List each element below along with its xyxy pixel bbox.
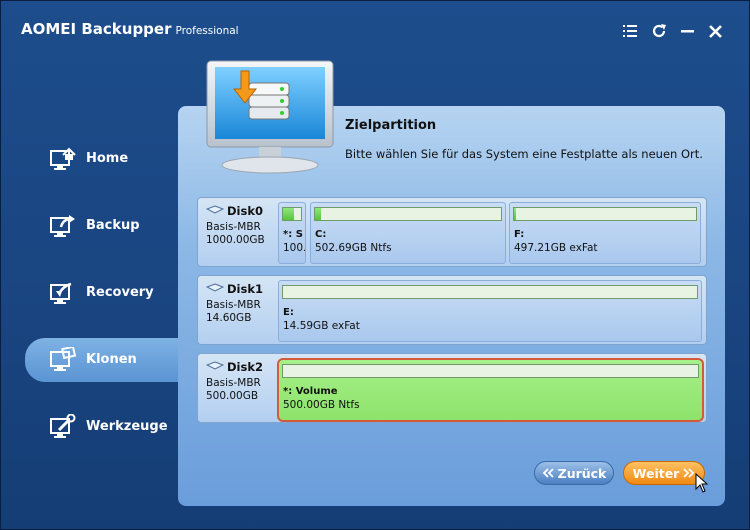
- disk-row-2: Disk2 Basis-MBR 500.00GB *: Volume 500.0…: [197, 353, 707, 423]
- nav-item-clone[interactable]: Klonen: [25, 338, 180, 382]
- back-button-label: Zurück: [557, 465, 607, 481]
- partition-0-1[interactable]: C: 502.69GB Ntfs: [310, 202, 506, 264]
- partition-usage-bar: [513, 207, 697, 221]
- disk-clone-illustration: [206, 60, 334, 174]
- disk-type: Basis-MBR: [206, 377, 261, 389]
- partition-usage-bar: [282, 207, 302, 221]
- app-name: AOMEI Backupper: [21, 20, 172, 38]
- disk-info: Disk0 Basis-MBR 1000.00GB: [205, 204, 280, 247]
- panel-title: Zielpartition: [345, 118, 437, 133]
- disk-name: Disk2: [227, 360, 263, 374]
- nav-label-home: Home: [86, 151, 129, 166]
- nav-label-backup: Backup: [86, 218, 140, 233]
- app-title: AOMEI Backupper Professional: [21, 20, 239, 38]
- partition-detail: 100.: [283, 242, 306, 254]
- partition-label: *: S: [283, 229, 303, 240]
- refresh-icon[interactable]: [649, 21, 669, 41]
- nav-label-clone: Klonen: [86, 352, 137, 367]
- app-window: AOMEI BackupperProfessional Home Backup: [0, 0, 750, 530]
- nav-label-tools: Werkzeuge: [86, 419, 168, 434]
- clone-icon: [49, 345, 77, 373]
- partition-usage-bar: [282, 364, 699, 378]
- partition-label: C:: [315, 229, 327, 240]
- partition-2-0-selected[interactable]: *: Volume 500.00GB Ntfs: [277, 358, 704, 422]
- nav-item-home[interactable]: Home: [25, 137, 180, 181]
- disk-info: Disk1 Basis-MBR 14.60GB: [205, 282, 280, 325]
- nav-item-tools[interactable]: Werkzeuge: [25, 405, 180, 449]
- disk-icon: [205, 360, 225, 374]
- panel-description: Bitte wählen Sie für das System eine Fes…: [345, 147, 703, 161]
- nav-label-recovery: Recovery: [86, 285, 154, 300]
- disk-info: Disk2 Basis-MBR 500.00GB: [205, 360, 280, 403]
- disk-row-0: Disk0 Basis-MBR 1000.00GB *: S 100. C: 5…: [197, 197, 707, 267]
- recovery-icon: [49, 280, 77, 306]
- back-button[interactable]: Zurück: [534, 461, 614, 485]
- disk-type: Basis-MBR: [206, 299, 261, 311]
- backup-icon: [49, 213, 77, 239]
- double-chevron-right-icon: [683, 466, 695, 481]
- partition-detail: 497.21GB exFat: [514, 242, 598, 254]
- tools-icon: [49, 413, 77, 440]
- disk-row-1: Disk1 Basis-MBR 14.60GB E: 14.59GB exFat: [197, 275, 707, 345]
- disk-size: 500.00GB: [206, 390, 259, 402]
- partition-usage-bar: [314, 207, 502, 221]
- partition-0-2[interactable]: F: 497.21GB exFat: [509, 202, 701, 264]
- title-bar: AOMEI Backupper Professional: [1, 1, 749, 61]
- next-button-label: Weiter: [632, 465, 680, 481]
- partition-label: F:: [514, 229, 525, 240]
- minimize-icon[interactable]: [677, 21, 697, 41]
- close-icon[interactable]: [705, 21, 725, 41]
- partition-detail: 14.59GB exFat: [283, 320, 360, 332]
- partition-usage-bar: [282, 285, 698, 299]
- app-edition: Professional: [175, 25, 239, 37]
- partition-label: *: Volume: [283, 386, 338, 397]
- disk-type: Basis-MBR: [206, 221, 261, 233]
- partition-detail: 500.00GB Ntfs: [283, 399, 360, 411]
- next-button[interactable]: Weiter: [623, 461, 705, 485]
- disk-name: Disk0: [227, 204, 263, 218]
- disk-size: 1000.00GB: [206, 234, 265, 246]
- disk-size: 14.60GB: [206, 312, 252, 324]
- partition-label: E:: [283, 307, 294, 318]
- mouse-cursor-icon: [695, 473, 709, 493]
- nav-item-backup[interactable]: Backup: [25, 204, 180, 248]
- menu-icon[interactable]: [620, 21, 640, 41]
- double-chevron-left-icon: [542, 466, 554, 481]
- partition-0-0[interactable]: *: S 100.: [278, 202, 306, 264]
- disk-icon: [205, 204, 225, 218]
- disk-icon: [205, 282, 225, 296]
- home-icon: [49, 146, 77, 172]
- disk-name: Disk1: [227, 282, 263, 296]
- partition-1-0[interactable]: E: 14.59GB exFat: [278, 280, 702, 342]
- partition-detail: 502.69GB Ntfs: [315, 242, 392, 254]
- nav-item-recovery[interactable]: Recovery: [25, 271, 180, 315]
